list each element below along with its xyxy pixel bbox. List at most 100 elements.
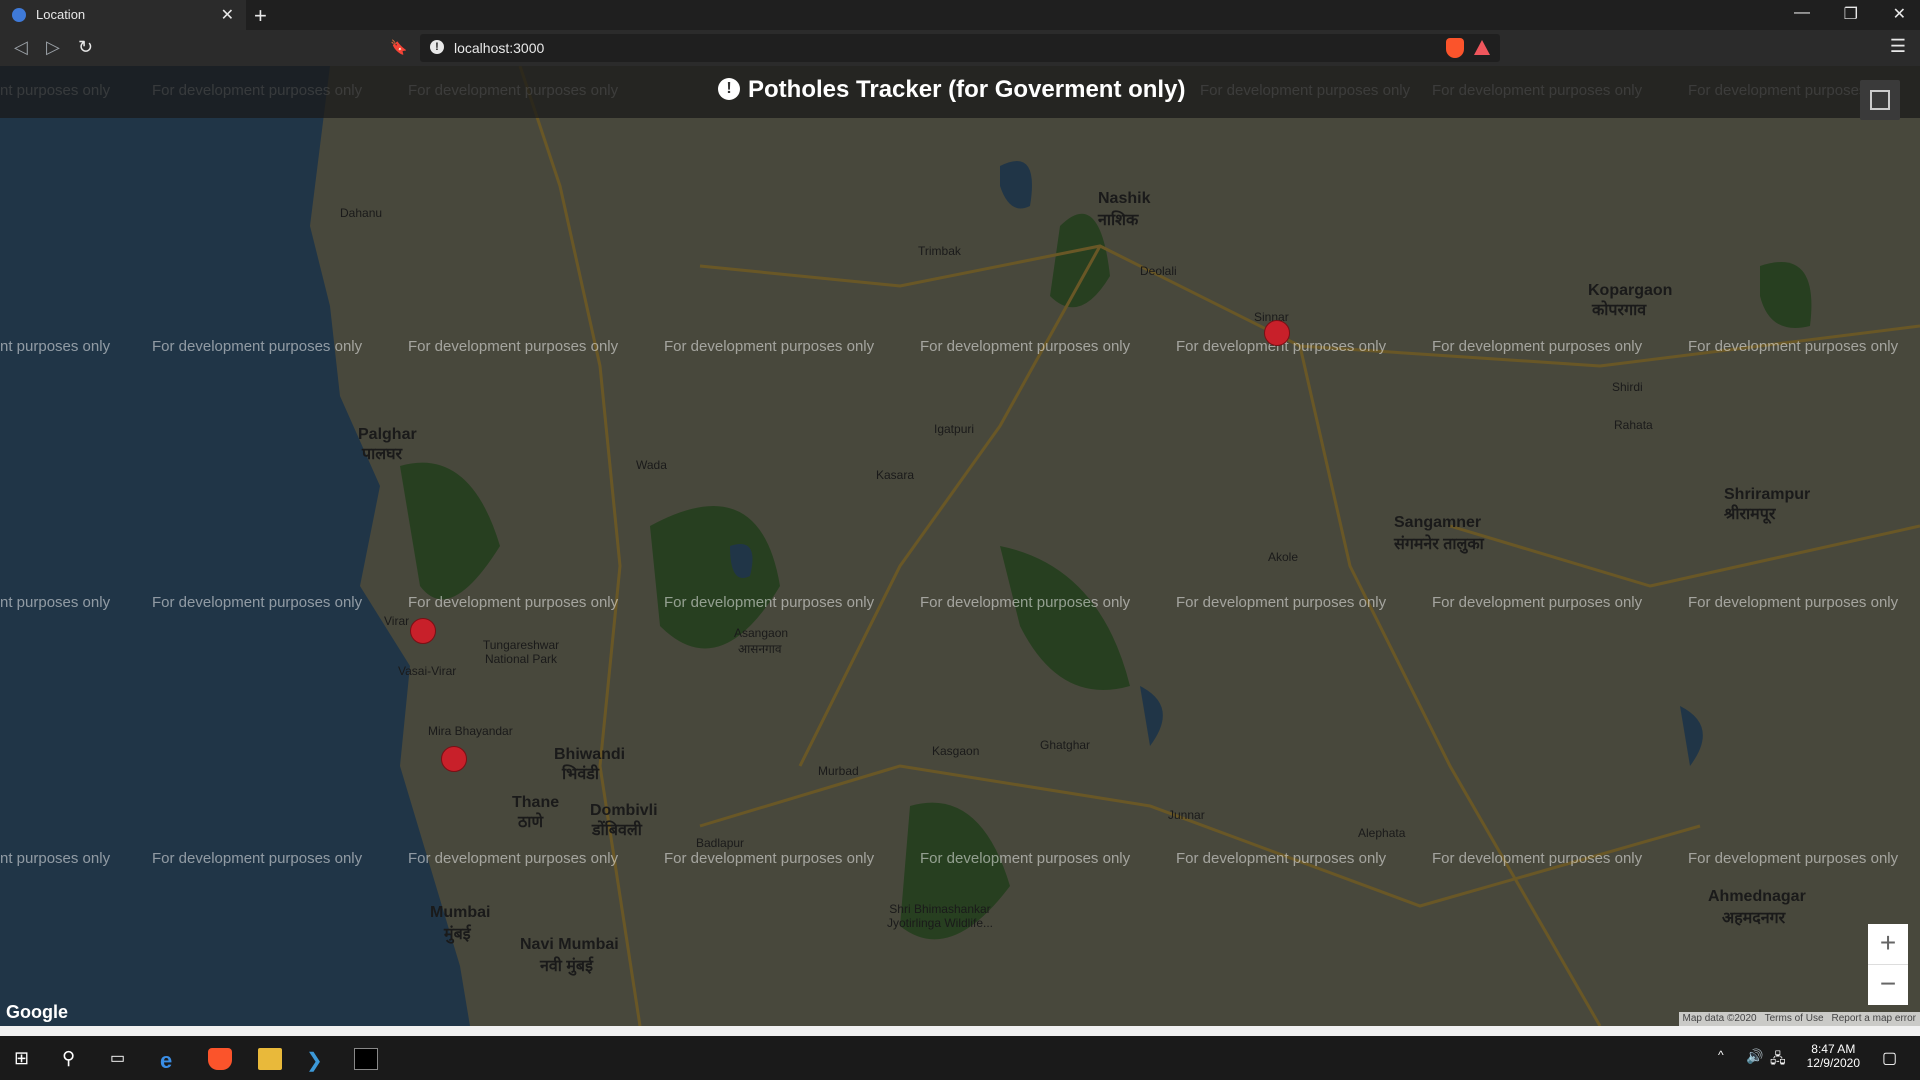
place-label: ठाणे <box>518 814 544 831</box>
browser-toolbar: ◁ ▷ ↻ 🔖 ! localhost:3000 ☰ <box>0 30 1920 66</box>
dev-watermark: For development purposes only <box>1176 850 1387 867</box>
browser-titlebar: Location ✕ + — ❐ ✕ <box>0 0 1920 30</box>
report-error-link[interactable]: Report a map error <box>1828 1012 1920 1026</box>
minimize-icon[interactable]: — <box>1794 4 1810 22</box>
network-icon[interactable]: 🖧 <box>1770 1048 1794 1070</box>
dev-watermark: For development purposes only <box>152 338 363 355</box>
place-label: संगमनेर तालुका <box>1394 536 1484 553</box>
place-label: Deolali <box>1140 264 1177 278</box>
restore-icon[interactable]: ❐ <box>1844 4 1858 24</box>
tab-title: Location <box>36 7 86 22</box>
volume-icon[interactable]: 🔊 <box>1746 1048 1770 1070</box>
app-title: Potholes Tracker (for Goverment only) <box>748 76 1186 103</box>
map-canvas[interactable] <box>0 66 1920 1026</box>
place-label: डोंबिवली <box>592 822 642 839</box>
dev-watermark: For development purposes only <box>1688 594 1899 611</box>
place-label: Rahata <box>1614 418 1653 432</box>
fullscreen-button[interactable] <box>1860 80 1900 120</box>
terminal-icon[interactable] <box>354 1048 378 1070</box>
notifications-icon[interactable]: ▢ <box>1882 1048 1906 1070</box>
map-viewport[interactable]: Nashik नाशिक Mumbai मुंबई Navi Mumbai नव… <box>0 66 1920 1026</box>
dev-watermark: For development purposes only <box>152 850 363 867</box>
pothole-marker[interactable] <box>441 746 467 772</box>
place-label: Badlapur <box>696 836 745 850</box>
search-icon[interactable]: ⚲ <box>62 1048 86 1070</box>
file-explorer-icon[interactable] <box>258 1048 282 1070</box>
dev-watermark: For development purposes only <box>920 594 1131 611</box>
browser-tab[interactable]: Location ✕ <box>0 0 246 30</box>
new-tab-button[interactable]: + <box>254 3 267 29</box>
dev-watermark: For development purposes only <box>664 338 875 355</box>
terms-link[interactable]: Terms of Use <box>1761 1012 1828 1026</box>
dev-watermark: For development purposes only <box>920 850 1131 867</box>
dev-watermark: For development purposes only <box>1432 850 1643 867</box>
alert-icon: ! <box>718 78 740 100</box>
edge-icon[interactable]: e <box>160 1048 184 1073</box>
clock-date: 12/9/2020 <box>1806 1056 1860 1070</box>
bookmark-icon[interactable]: 🔖 <box>390 39 407 56</box>
dev-watermark: For development purposes only <box>1688 338 1899 355</box>
clock[interactable]: 8:47 AM 12/9/2020 <box>1807 1042 1860 1070</box>
site-info-icon[interactable]: ! <box>430 40 444 54</box>
place-label: Kasara <box>876 468 915 482</box>
map-attribution: Map data ©2020 Terms of Use Report a map… <box>1678 1012 1920 1026</box>
place-label: Nashik <box>1098 190 1151 207</box>
place-label: Alephata <box>1358 826 1406 840</box>
address-bar[interactable]: ! localhost:3000 <box>420 34 1500 62</box>
place-label: Mira Bhayandar <box>428 724 513 738</box>
place-label: मुंबई <box>444 926 471 943</box>
dev-watermark: For development purposes only <box>1176 594 1387 611</box>
forward-icon[interactable]: ▷ <box>46 37 60 58</box>
place-label: अहमदनगर <box>1722 910 1786 927</box>
place-label: Murbad <box>818 764 859 778</box>
dev-watermark: For development purposes only <box>408 338 619 355</box>
place-label: Igatpuri <box>934 422 975 436</box>
zoom-out-button[interactable]: − <box>1868 964 1908 1005</box>
place-label: पालघर <box>362 446 403 463</box>
brave-browser-icon[interactable] <box>208 1048 232 1070</box>
dev-watermark: For development purposes only <box>664 594 875 611</box>
place-label: Shirdi <box>1612 380 1643 394</box>
place-label: Mumbai <box>430 904 491 921</box>
place-label: Akole <box>1268 550 1299 564</box>
app-header: ! Potholes Tracker (for Goverment only) <box>0 66 1920 118</box>
place-label: श्रीरामपूर <box>1724 506 1776 523</box>
dev-watermark: For development purposes only <box>1688 850 1899 867</box>
vscode-icon[interactable]: ❯ <box>306 1048 330 1072</box>
place-label: कोपरगाव <box>1592 302 1647 319</box>
place-label: भिवंडी <box>562 766 599 783</box>
place-label: Asangaon <box>734 626 789 640</box>
dev-watermark: nt purposes only <box>0 338 111 355</box>
dev-watermark: For development purposes only <box>920 338 1131 355</box>
task-view-icon[interactable]: ▭ <box>110 1048 134 1070</box>
tab-favicon-icon <box>12 8 26 22</box>
map-data-text: Map data ©2020 <box>1682 1013 1757 1024</box>
brave-shield-icon[interactable] <box>1446 38 1464 58</box>
back-icon[interactable]: ◁ <box>14 37 28 58</box>
dev-watermark: For development purposes only <box>408 594 619 611</box>
place-label: Navi Mumbai <box>520 936 619 953</box>
tab-close-icon[interactable]: ✕ <box>221 5 234 25</box>
place-label: Vasai-Virar <box>398 664 457 678</box>
place-label: Ghatghar <box>1040 738 1091 752</box>
windows-start-icon[interactable]: ⊞ <box>14 1048 38 1070</box>
zoom-in-button[interactable]: + <box>1868 924 1908 964</box>
place-label: Trimbak <box>918 244 961 258</box>
pothole-marker[interactable] <box>1264 320 1290 346</box>
google-logo[interactable]: Google <box>6 1002 68 1023</box>
place-label: Junnar <box>1168 808 1205 822</box>
reload-icon[interactable]: ↻ <box>78 37 93 58</box>
place-label: नवी मुंबई <box>540 958 593 975</box>
place-label: Tungareshwar National Park <box>482 638 560 666</box>
close-window-icon[interactable]: ✕ <box>1893 4 1906 24</box>
brave-rewards-icon[interactable] <box>1474 40 1490 55</box>
tray-chevron-icon[interactable]: ^ <box>1718 1048 1742 1070</box>
dev-watermark: For development purposes only <box>408 850 619 867</box>
dev-watermark: For development purposes only <box>1432 338 1643 355</box>
place-label: Shri Bhimashankar Jyotirlinga Wildlife..… <box>886 902 994 930</box>
url-text[interactable]: localhost:3000 <box>454 40 544 56</box>
dev-watermark: For development purposes only <box>664 850 875 867</box>
page-bottom-strip <box>0 1026 1920 1036</box>
menu-icon[interactable]: ☰ <box>1890 36 1906 57</box>
pothole-marker[interactable] <box>410 618 436 644</box>
